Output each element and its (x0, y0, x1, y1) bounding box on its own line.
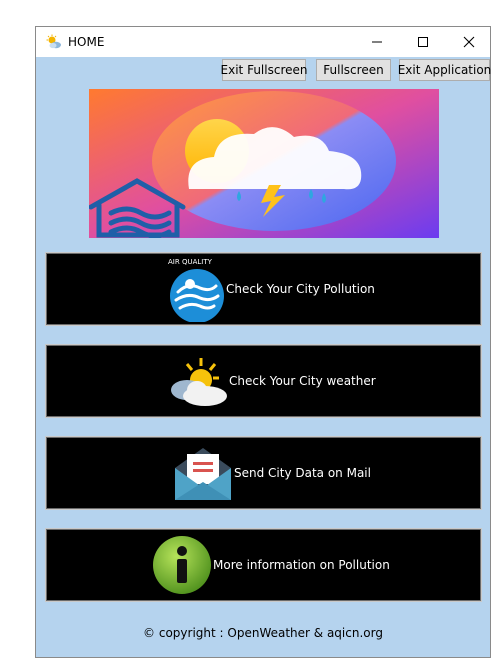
mail-envelope-icon (175, 448, 231, 500)
app-window: HOME Exit Fullscreen Fullscreen Exit App… (35, 26, 491, 658)
minimize-icon[interactable] (354, 27, 400, 57)
more-info-button[interactable]: More information on Pollution (45, 528, 482, 602)
info-icon (153, 536, 211, 594)
close-icon[interactable] (446, 27, 492, 57)
send-mail-label: Send City Data on Mail (234, 466, 371, 480)
fullscreen-button[interactable]: Fullscreen (316, 59, 391, 81)
air-quality-icon (170, 269, 224, 322)
weather-banner-image (89, 89, 439, 238)
title-bar[interactable]: HOME (36, 27, 490, 57)
sun-cloud-icon (171, 358, 227, 406)
maximize-icon[interactable] (400, 27, 446, 57)
check-weather-button[interactable]: Check Your City weather (45, 344, 482, 418)
copyright-text: © copyright : OpenWeather & aqicn.org (143, 626, 383, 640)
check-pollution-label: Check Your City Pollution (226, 282, 375, 296)
check-pollution-button[interactable]: AIR QUALITY Check Your City Pollution (45, 252, 482, 326)
air-quality-badge: AIR QUALITY (168, 258, 212, 266)
exit-application-button[interactable]: Exit Application (398, 59, 491, 81)
window-title: HOME (68, 35, 105, 49)
exit-fullscreen-button[interactable]: Exit Fullscreen (221, 59, 307, 81)
more-info-label: More information on Pollution (213, 558, 390, 572)
send-mail-button[interactable]: Send City Data on Mail (45, 436, 482, 510)
weather-app-icon (46, 34, 62, 50)
check-weather-label: Check Your City weather (229, 374, 376, 388)
